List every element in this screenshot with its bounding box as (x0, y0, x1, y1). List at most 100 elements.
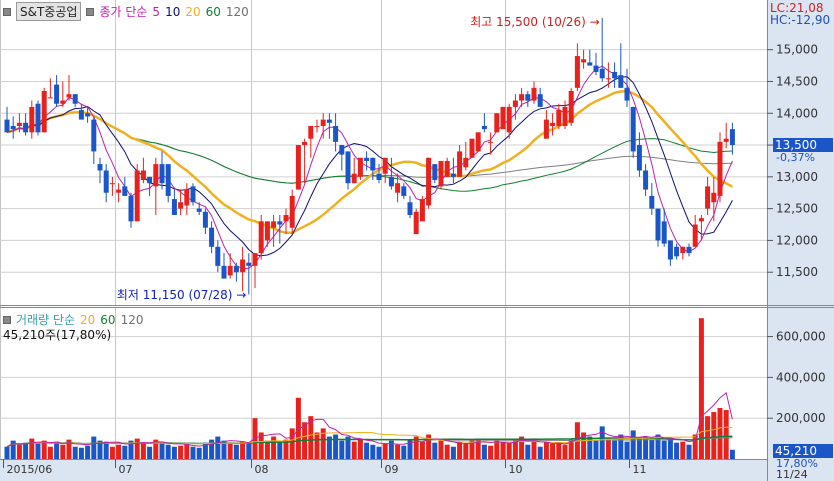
candle-up (395, 183, 401, 193)
candle-up (357, 157, 363, 177)
volume-bar (481, 444, 487, 459)
candle-down (326, 119, 332, 123)
volume-bar (78, 447, 84, 459)
chart-canvas[interactable]: 11,500 12,000 12,500 13,000 13,500 14,000 14,5… (0, 0, 834, 481)
price-tick-label: 15,000 (776, 43, 818, 57)
candle-up (457, 151, 463, 177)
volume-bar (525, 444, 531, 459)
volume-bar (116, 444, 122, 459)
date-tick-label: 2015/06 (7, 463, 53, 476)
volume-bar (109, 446, 115, 459)
candle-up (426, 157, 432, 206)
volume-bar (667, 438, 673, 459)
candle-down (450, 173, 456, 177)
candle-up (531, 87, 537, 101)
candle-down (729, 129, 735, 146)
volume-bar (488, 445, 494, 459)
candle-down (593, 65, 599, 72)
candle-up (543, 119, 549, 139)
price-legend: S&T중공업 종가 단순 5 10 20 60 120 (3, 2, 249, 21)
candle-down (35, 103, 41, 133)
candle-down (481, 125, 487, 130)
legend-ma10[interactable]: 10 (165, 5, 180, 19)
high-annotation-text: 최고 15,500 (10/26) (470, 15, 586, 29)
volume-bar (47, 446, 53, 459)
candle-down (103, 170, 109, 193)
volume-bar (729, 449, 735, 459)
volume-bar (556, 442, 562, 459)
price-tick-label: 14,500 (776, 74, 818, 88)
price-tick-label: 14,000 (776, 106, 818, 120)
volume-bar (636, 438, 642, 459)
candle-up (184, 189, 190, 206)
candle-down (122, 186, 128, 196)
candle-down (202, 211, 208, 228)
volume-bar (339, 440, 345, 459)
legend-marker-icon (3, 315, 11, 324)
volume-bar (16, 444, 22, 459)
candle-up (469, 138, 475, 158)
current-volume-text: 45,210주(17,80%) (3, 328, 112, 342)
legend-vma20[interactable]: 20 (80, 313, 95, 327)
low-annotation-text: 최저 11,150 (07/28) (116, 288, 233, 302)
volume-bar (171, 446, 177, 459)
candle-down (190, 186, 196, 203)
volume-bar (159, 441, 165, 459)
candle-down (376, 173, 382, 181)
candle-up (419, 199, 425, 222)
candle-up (47, 97, 53, 99)
legend-vma60[interactable]: 60 (100, 313, 115, 327)
stock-chart[interactable]: 11,500 12,000 12,500 13,000 13,500 14,000 14,5… (0, 0, 834, 481)
legend-ma5[interactable]: 5 (152, 5, 160, 19)
legend-ma60[interactable]: 60 (206, 5, 221, 19)
volume-bar (72, 446, 78, 459)
candle-up (475, 132, 481, 152)
candle-down (246, 262, 252, 266)
volume-bar (178, 445, 184, 459)
volume-bar (432, 442, 438, 459)
volume-bar (351, 441, 357, 459)
volume-bar (91, 436, 97, 459)
volume-bar (277, 441, 283, 459)
candle-up (692, 224, 698, 247)
candle-down (159, 164, 165, 184)
candle-up (506, 106, 512, 133)
volume-bar (444, 444, 450, 459)
candle-up (153, 164, 159, 187)
date-tick-label: 11 (633, 463, 647, 476)
volume-bar (401, 445, 407, 459)
candle-down (78, 110, 84, 120)
candle-up (463, 157, 469, 168)
candle-down (85, 113, 91, 117)
price-legend-label: 종가 단순 (99, 5, 148, 19)
legend-ma120[interactable]: 120 (226, 5, 249, 19)
stock-name-button[interactable]: S&T중공업 (16, 2, 82, 21)
volume-tick-label: 200,000 (776, 411, 826, 425)
volume-bar (35, 443, 41, 459)
candle-down (624, 87, 630, 101)
legend-marker-icon (86, 7, 95, 16)
candle-down (612, 71, 618, 79)
legend-vma120[interactable]: 120 (121, 313, 144, 327)
candle-down (215, 246, 221, 266)
candle-up (382, 157, 388, 174)
volume-bar (376, 446, 382, 459)
date-tick-label: 07 (119, 463, 133, 476)
candle-down (221, 265, 227, 279)
candle-up (116, 189, 122, 193)
volume-bar (60, 444, 66, 459)
volume-bar (630, 430, 636, 459)
candle-up (109, 183, 115, 185)
candle-up (66, 94, 72, 98)
candle-down (643, 170, 649, 190)
candle-down (649, 195, 655, 209)
volume-bar (184, 443, 190, 459)
candle-up (227, 265, 233, 276)
volume-bar (370, 444, 376, 459)
volume-bar (717, 407, 723, 459)
candle-up (444, 160, 450, 177)
arrow-right-icon: → (589, 15, 600, 29)
legend-ma20[interactable]: 20 (185, 5, 200, 19)
candle-up (711, 192, 717, 203)
candle-down (91, 119, 97, 152)
